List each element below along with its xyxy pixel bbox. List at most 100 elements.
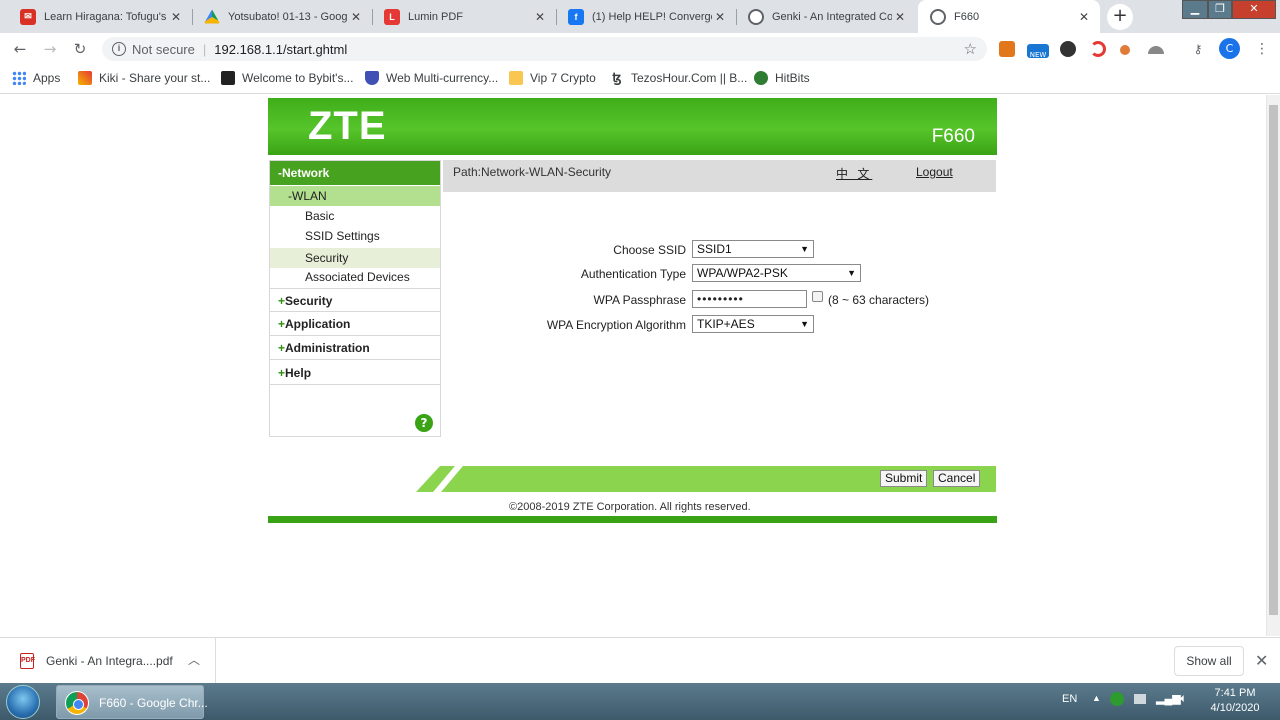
language-indicator[interactable]: EN — [1062, 693, 1077, 705]
security-label: Not secure — [132, 41, 195, 57]
sidebar-wlan[interactable]: -WLAN — [270, 186, 440, 206]
bookmark-apps[interactable]: Apps — [12, 71, 60, 85]
chinese-language-link[interactable]: 中 文 — [836, 165, 872, 182]
close-icon[interactable]: ✕ — [892, 10, 908, 24]
close-icon[interactable]: ✕ — [1076, 10, 1092, 24]
download-item[interactable]: PDF Genki - An Integra....pdf ︿ — [0, 638, 216, 684]
sidebar-security[interactable]: +Security — [270, 288, 440, 312]
tab-genki[interactable]: Genki - An Integrated Co ✕ — [736, 0, 916, 33]
network-signal-icon[interactable]: ▂▄▆ — [1156, 692, 1181, 705]
minimize-button[interactable]: ▁ — [1182, 0, 1208, 19]
copyright-text: ©2008-2019 ZTE Corporation. All rights r… — [509, 501, 751, 513]
auth-type-select[interactable]: WPA/WPA2-PSK ▼ — [692, 264, 861, 282]
bookmarks-bar: Apps Kiki - Share your st... Welcome to … — [0, 65, 1280, 94]
logout-link[interactable]: Logout — [916, 165, 953, 179]
tab-learn-hiragana[interactable]: ✉ Learn Hiragana: Tofugu's ✕ — [8, 0, 192, 33]
maximize-button[interactable]: ❐ — [1208, 0, 1232, 19]
action-bar: Submit Cancel — [416, 466, 996, 492]
menu-dots-icon[interactable]: ⋮ — [1255, 40, 1269, 58]
router-banner: ZTE F660 — [268, 98, 997, 155]
sidebar-item-associated-devices[interactable]: Associated Devices — [270, 267, 440, 287]
security-form: Choose SSID SSID1 ▼ Authentication Type … — [443, 192, 996, 464]
bookmark-label: Kiki - Share your st... — [99, 71, 211, 85]
plus-icon: + — [278, 317, 286, 331]
close-icon[interactable]: ✕ — [532, 10, 548, 24]
metamask-extension-icon[interactable] — [999, 41, 1015, 57]
taskbar-chrome-button[interactable]: F660 - Google Chr... — [56, 685, 208, 719]
sidebar-section-label: Application — [285, 317, 351, 331]
show-password-checkbox[interactable] — [812, 291, 823, 302]
cancel-button[interactable]: Cancel — [933, 470, 981, 487]
bookmark-hitbits[interactable]: HitBits — [754, 71, 810, 85]
sidebar-help[interactable]: +Help — [270, 361, 440, 385]
close-icon[interactable]: ✕ — [168, 10, 184, 24]
sidebar-administration[interactable]: +Administration — [270, 336, 440, 360]
tab-title: Yotsubato! 01-13 - Goog — [228, 10, 348, 23]
passphrase-label: WPA Passphrase — [593, 293, 686, 307]
sidebar-item-security-selected[interactable]: Security — [270, 248, 440, 268]
tab-title: Learn Hiragana: Tofugu's — [44, 10, 167, 23]
help-question-icon[interactable]: ? — [415, 414, 433, 432]
extension-icon-dark[interactable] — [1060, 41, 1076, 57]
tab-f660[interactable]: F660 ✕ — [918, 0, 1100, 33]
tab-title: Lumin PDF — [408, 10, 464, 23]
sidebar-item-basic[interactable]: Basic — [270, 206, 440, 226]
tray-app-icon[interactable] — [1110, 692, 1124, 706]
globe-icon — [930, 8, 946, 25]
sidebar-item-ssid-settings[interactable]: SSID Settings — [270, 226, 440, 246]
close-icon[interactable]: ✕ — [1255, 651, 1268, 671]
address-bar[interactable]: i Not secure | 192.168.1.1/start.ghtml ☆ — [102, 37, 987, 61]
sidebar-section-label: Security — [285, 294, 333, 308]
tab-yotsubato[interactable]: Yotsubato! 01-13 - Goog ✕ — [192, 0, 372, 33]
bookmark-vip7-crypto[interactable]: Vip 7 Crypto — [509, 71, 596, 85]
url-text[interactable]: 192.168.1.1/start.ghtml — [214, 42, 347, 57]
back-button[interactable]: ← — [9, 39, 31, 59]
auth-type-value: WPA/WPA2-PSK — [697, 266, 788, 280]
info-icon[interactable]: i — [112, 42, 126, 56]
tab-help-converge[interactable]: f (1) Help HELP! Converge ✕ — [556, 0, 736, 33]
bookmark-web-multi-currency[interactable]: Web Multi-currency... — [365, 71, 498, 85]
tray-monitor-icon[interactable] — [1134, 694, 1146, 704]
plus-icon: + — [278, 294, 286, 308]
tab-lumin-pdf[interactable]: L Lumin PDF ✕ — [372, 0, 556, 33]
bookmark-bybit[interactable]: Welcome to Bybit's... — [221, 71, 353, 85]
encryption-select[interactable]: TKIP+AES ▼ — [692, 315, 814, 333]
bookmark-tezoshour[interactable]: ꜩ TezosHour.Com || B... — [610, 71, 747, 86]
submit-button[interactable]: Submit — [880, 470, 928, 487]
bookmark-star-icon[interactable]: ☆ — [964, 40, 977, 58]
path-bar: Path:Network-WLAN-Security 中 文 Logout — [443, 160, 996, 192]
bookmark-kiki[interactable]: Kiki - Share your st... — [78, 71, 210, 85]
new-tab-button[interactable]: + — [1107, 4, 1133, 30]
encryption-value: TKIP+AES — [697, 317, 755, 331]
chevron-up-icon[interactable]: ︿ — [188, 651, 200, 668]
forward-button[interactable]: → — [39, 39, 61, 59]
page-scrollbar[interactable] — [1266, 95, 1280, 636]
close-icon[interactable]: ✕ — [348, 10, 364, 24]
start-button[interactable] — [6, 685, 40, 719]
vip7-favicon-icon — [509, 71, 523, 85]
new-badge-extension-icon[interactable]: NEW — [1027, 44, 1049, 59]
ssid-label: Choose SSID — [613, 243, 686, 257]
window-close-button[interactable]: ✕ — [1232, 0, 1276, 19]
encryption-row: WPA Encryption Algorithm TKIP+AES ▼ — [443, 315, 996, 335]
extension-icon-orange[interactable] — [1120, 45, 1130, 55]
passphrase-input[interactable]: ••••••••• — [692, 290, 807, 308]
extension-icon-red[interactable] — [1090, 41, 1106, 57]
dropdown-arrow-icon: ▼ — [800, 319, 809, 329]
show-hidden-icons-arrow[interactable]: ▲ — [1092, 693, 1101, 703]
ssid-select[interactable]: SSID1 ▼ — [692, 240, 814, 258]
profile-avatar[interactable]: C — [1219, 38, 1240, 59]
key-icon[interactable]: ⚷ — [1190, 43, 1206, 55]
system-clock[interactable]: 7:41 PM 4/10/2020 — [1200, 686, 1270, 716]
sidebar-application[interactable]: +Application — [270, 312, 440, 336]
close-icon[interactable]: ✕ — [712, 10, 728, 24]
scrollbar-thumb[interactable] — [1269, 105, 1278, 615]
chrome-icon — [65, 691, 89, 715]
volume-icon[interactable]: 🔈︎ — [1180, 691, 1187, 706]
tofugu-favicon-icon: ✉ — [20, 8, 36, 25]
show-all-button[interactable]: Show all — [1174, 646, 1244, 676]
ssid-row: Choose SSID SSID1 ▼ — [443, 240, 996, 260]
sidebar-network[interactable]: -Network — [270, 161, 440, 185]
google-drive-icon — [204, 9, 220, 24]
reload-button[interactable]: ↻ — [69, 39, 91, 59]
